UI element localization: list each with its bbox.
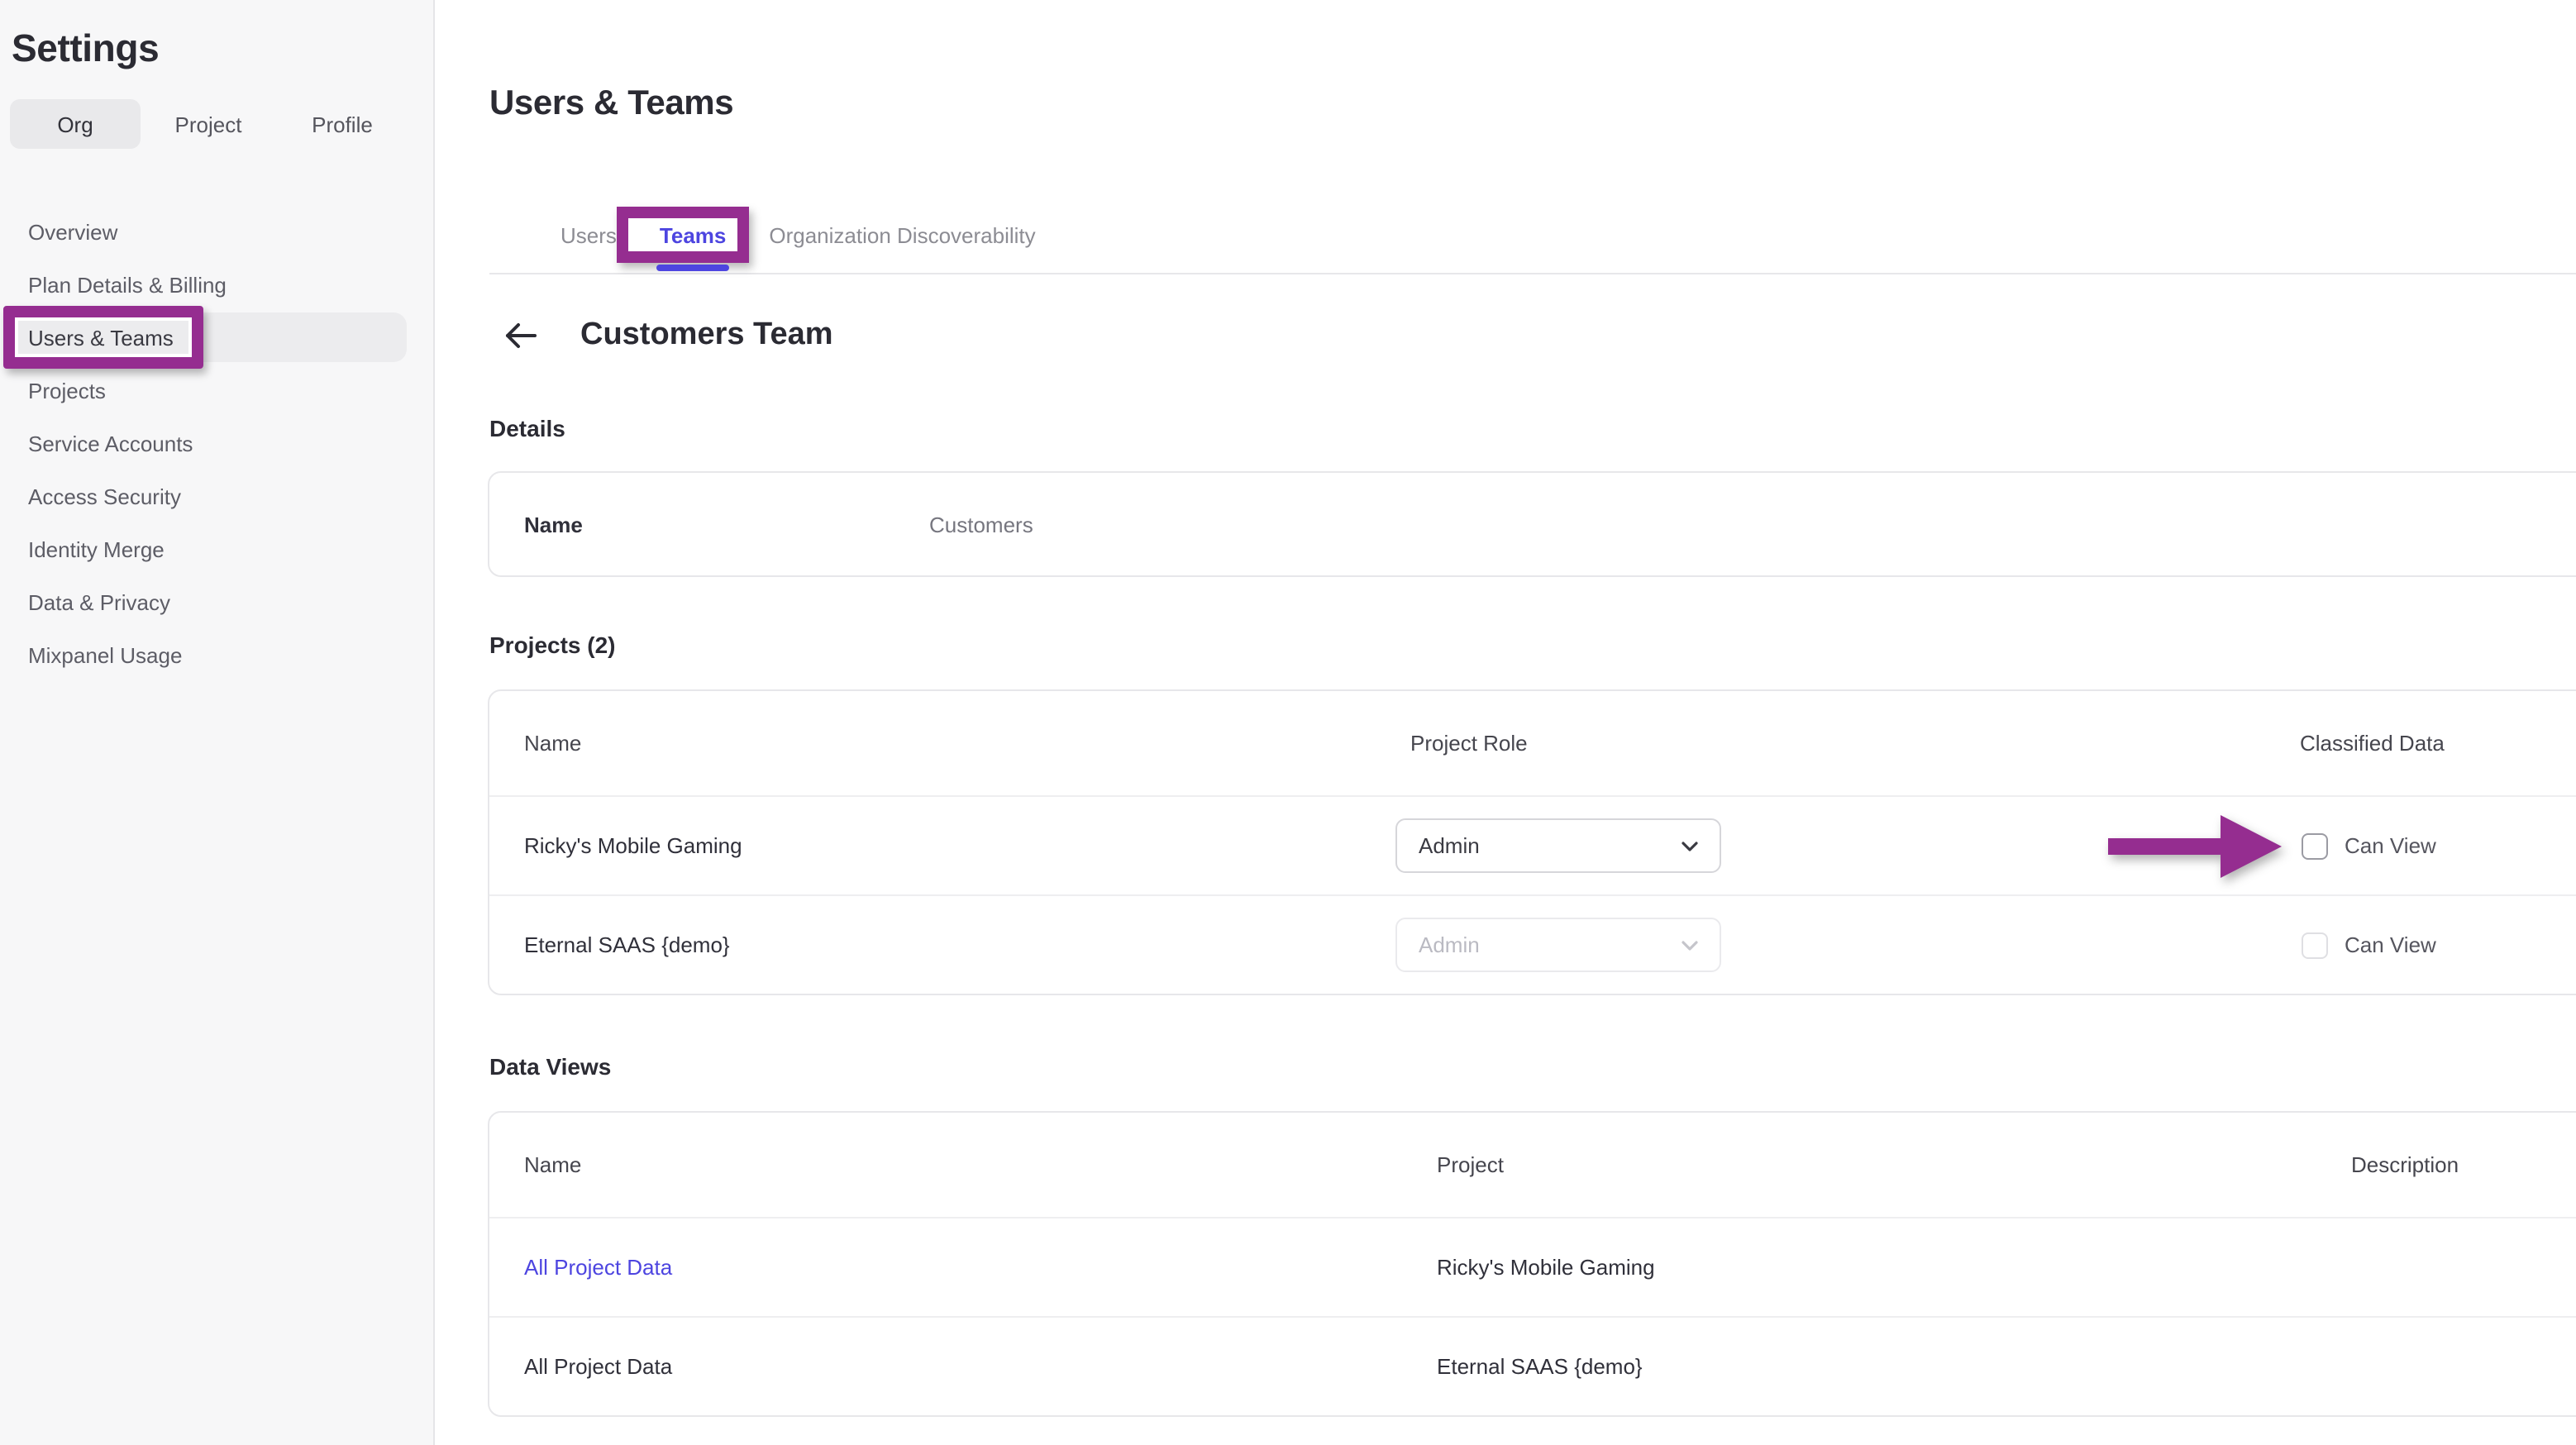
- sidebar-item-data-privacy[interactable]: Data & Privacy: [0, 575, 433, 628]
- team-name-title: Customers Team: [580, 317, 833, 354]
- details-heading: Details: [489, 415, 565, 441]
- project-role-dropdown-disabled: Admin: [1395, 918, 1721, 972]
- sidebar-nav: Overview Plan Details & Billing Users & …: [0, 205, 433, 681]
- main-content: Users & Teams Users Teams Organization D…: [436, 0, 2576, 1445]
- sidebar-item-identity-merge[interactable]: Identity Merge: [0, 522, 433, 575]
- sidebar: Settings Org Project Profile Overview Pl…: [0, 0, 435, 1445]
- sidebar-item-plan-details-billing[interactable]: Plan Details & Billing: [0, 258, 433, 311]
- sidebar-item-service-accounts[interactable]: Service Accounts: [0, 417, 433, 470]
- active-tab-underline: [656, 265, 729, 271]
- tab-users[interactable]: Users: [561, 198, 617, 273]
- sidebar-item-users-teams[interactable]: Users & Teams: [0, 311, 433, 364]
- table-row: Eternal SAAS {demo} Admin Can View: [489, 894, 2576, 994]
- details-name-value: Customers: [929, 512, 1033, 537]
- scope-tab-project[interactable]: Project: [141, 99, 276, 149]
- chevron-down-icon: [1682, 841, 1698, 851]
- column-header-name: Name: [524, 1152, 1437, 1177]
- column-header-project: Project: [1437, 1152, 2351, 1177]
- tab-bar: Users Teams Organization Discoverability: [489, 198, 2576, 274]
- left-arrow-icon: [504, 321, 537, 351]
- project-name: Ricky's Mobile Gaming: [524, 833, 1410, 858]
- sidebar-item-mixpanel-usage[interactable]: Mixpanel Usage: [0, 628, 433, 681]
- data-views-table-header: Name Project Description: [489, 1113, 2576, 1217]
- data-view-name-link[interactable]: All Project Data: [524, 1255, 1437, 1280]
- details-card: Name Customers: [488, 471, 2576, 577]
- sidebar-item-projects[interactable]: Projects: [0, 364, 433, 417]
- sidebar-item-overview[interactable]: Overview: [0, 205, 433, 258]
- classified-data-cell: Can View: [2300, 797, 2576, 894]
- can-view-label: Can View: [2345, 932, 2436, 957]
- classified-data-cell: Can View: [2300, 896, 2576, 994]
- can-view-label: Can View: [2345, 833, 2436, 858]
- scope-tabs: Org Project Profile: [10, 99, 408, 149]
- data-view-project: Ricky's Mobile Gaming: [1437, 1255, 2351, 1280]
- projects-table-header: Name Project Role Classified Data: [489, 691, 2576, 795]
- scope-tab-profile[interactable]: Profile: [276, 99, 408, 149]
- table-row: All Project Data Eternal SAAS {demo}: [489, 1316, 2576, 1415]
- column-header-classified-data: Classified Data: [2300, 731, 2576, 756]
- chevron-down-icon: [1682, 940, 1698, 950]
- project-role-dropdown[interactable]: Admin: [1395, 818, 1721, 873]
- tab-organization-discoverability[interactable]: Organization Discoverability: [769, 198, 1035, 273]
- project-role-cell: Admin: [1410, 918, 2300, 972]
- details-name-row: Name Customers: [489, 473, 2576, 575]
- data-views-heading: Data Views: [489, 1053, 611, 1080]
- settings-page: Settings Org Project Profile Overview Pl…: [0, 0, 2576, 1445]
- project-name: Eternal SAAS {demo}: [524, 932, 1410, 957]
- data-view-name: All Project Data: [524, 1354, 1437, 1379]
- can-view-checkbox[interactable]: [2302, 832, 2328, 859]
- details-name-label: Name: [524, 512, 929, 537]
- settings-title: Settings: [12, 26, 159, 71]
- can-view-checkbox: [2302, 932, 2328, 958]
- page-title: Users & Teams: [489, 84, 733, 124]
- tab-teams[interactable]: Teams: [660, 198, 726, 273]
- annotation-arrow-icon: [2108, 814, 2282, 877]
- team-header: Customers Team: [503, 317, 833, 354]
- back-button[interactable]: [503, 317, 539, 354]
- projects-table: Name Project Role Classified Data Ricky'…: [488, 689, 2576, 995]
- column-header-name: Name: [524, 731, 1410, 756]
- column-header-project-role: Project Role: [1410, 731, 2300, 756]
- scope-tab-org[interactable]: Org: [10, 99, 141, 149]
- column-header-description: Description: [2351, 1152, 2576, 1177]
- table-row: Ricky's Mobile Gaming Admin C: [489, 795, 2576, 894]
- data-views-table: Name Project Description All Project Dat…: [488, 1111, 2576, 1417]
- projects-heading: Projects (2): [489, 632, 616, 658]
- data-view-project: Eternal SAAS {demo}: [1437, 1354, 2351, 1379]
- sidebar-item-access-security[interactable]: Access Security: [0, 470, 433, 522]
- table-row: All Project Data Ricky's Mobile Gaming: [489, 1217, 2576, 1316]
